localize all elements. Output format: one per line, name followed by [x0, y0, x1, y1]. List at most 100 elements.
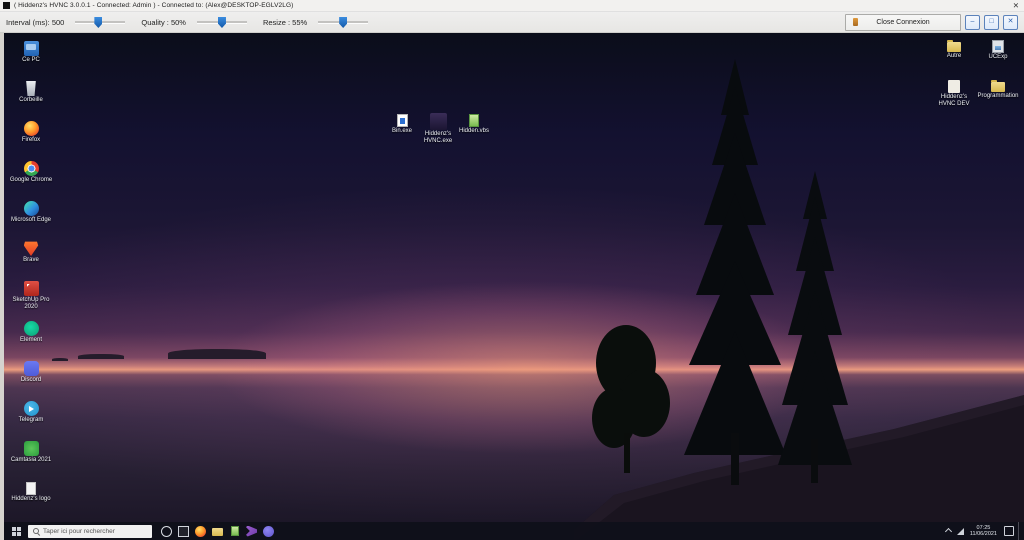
- notification-center-icon[interactable]: [1004, 526, 1014, 536]
- desktop-icon-glyph: [23, 361, 39, 376]
- desktop-icon-glyph: [23, 201, 39, 216]
- desktop-icon[interactable]: Telegram: [8, 401, 54, 441]
- remote-desktop-view[interactable]: Ce PC Corbeille Firefox Google Chrome Mi…: [4, 33, 1024, 540]
- desktop-icon-label: Brave: [23, 257, 39, 263]
- slider-thumb[interactable]: [94, 17, 103, 28]
- desktop-icon-glyph: [948, 80, 960, 93]
- desktop-icons-center: Bin.exe Hiddenz's HVNC.exe Hidden.vbs: [384, 113, 492, 153]
- remote-close-button[interactable]: ✕: [1003, 14, 1018, 30]
- desktop-icon-glyph: [23, 281, 39, 296]
- remote-maximize-button[interactable]: □: [984, 14, 999, 30]
- interval-label: Interval (ms): 500: [6, 17, 65, 27]
- window-title: ( Hiddenz's HVNC 3.0.0.1 - Connected: Ad…: [14, 2, 294, 9]
- taskbar-app-icons: [158, 522, 277, 540]
- desktop-icon-label: Telegram: [18, 417, 44, 423]
- desktop-icon[interactable]: SketchUp Pro 2020: [8, 281, 54, 321]
- desktop-icon[interactable]: UCExp: [976, 39, 1020, 79]
- hidden-icons-chevron-icon[interactable]: [944, 527, 952, 535]
- desktop-icon-label: SketchUp Pro 2020: [12, 297, 50, 310]
- desktop-icon-label: Google Chrome: [9, 177, 53, 183]
- search-icon: [33, 528, 39, 534]
- desktop-icon-label: Microsoft Edge: [10, 217, 52, 223]
- remote-minimize-button[interactable]: –: [965, 14, 980, 30]
- desktop-icon-label: Hidden.vbs: [458, 128, 490, 134]
- resize-label: Resize : 55%: [262, 17, 308, 27]
- desktop-icon[interactable]: Discord: [8, 361, 54, 401]
- desktop-icons-left: Ce PC Corbeille Firefox Google Chrome Mi…: [8, 41, 54, 521]
- desktop-icon[interactable]: Brave: [8, 241, 54, 281]
- desktop-icon[interactable]: Hidden.vbs: [456, 113, 492, 153]
- taskbar-app-icon[interactable]: [243, 522, 260, 540]
- desktop-icon[interactable]: Microsoft Edge: [8, 201, 54, 241]
- hvnc-toolbar: Interval (ms): 500 Quality : 50% Resize …: [0, 12, 1024, 33]
- desktop-icon-glyph: [991, 80, 1005, 92]
- desktop-icon-label: UCExp: [988, 54, 1008, 60]
- close-connexion-button[interactable]: Close Connexion: [845, 13, 961, 31]
- desktop-icon[interactable]: Ce PC: [8, 41, 54, 81]
- quality-label: Quality : 50%: [141, 17, 186, 27]
- quality-slider[interactable]: [196, 16, 247, 28]
- desktop-icon[interactable]: Hiddenz's logo: [8, 481, 54, 521]
- desktop-icon[interactable]: Bin.exe: [384, 113, 420, 153]
- desktop-icon-glyph: [23, 161, 39, 176]
- island-silhouette: [168, 349, 266, 359]
- desktop-icon[interactable]: Hiddenz's HVNC.exe: [420, 113, 456, 153]
- taskbar: Taper ici pour rechercher 07:25 11/06/20…: [4, 522, 1024, 540]
- windows-logo-icon: [12, 531, 16, 536]
- search-placeholder: Taper ici pour rechercher: [43, 527, 115, 535]
- desktop-icon-glyph: [947, 40, 961, 52]
- taskbar-clock[interactable]: 07:25 11/06/2021: [970, 525, 997, 538]
- resize-slider[interactable]: [318, 16, 369, 28]
- taskbar-app-icon[interactable]: [260, 522, 277, 540]
- desktop-icon-glyph: [23, 41, 39, 56]
- taskbar-app-icon[interactable]: [175, 522, 192, 540]
- desktop-icon-label: Corbeille: [19, 97, 43, 103]
- desktop-icon-glyph: [26, 81, 36, 96]
- desktop-icon[interactable]: Programmation: [976, 79, 1020, 119]
- clock-date: 11/06/2021: [969, 531, 997, 537]
- desktop-icon-label: Programmation: [977, 93, 1019, 99]
- taskbar-app-icon[interactable]: [158, 522, 175, 540]
- desktop-icon-glyph: [396, 114, 408, 127]
- start-button[interactable]: [12, 526, 21, 536]
- slider-thumb[interactable]: [217, 17, 226, 28]
- show-desktop-button[interactable]: [1018, 522, 1022, 540]
- network-icon[interactable]: [956, 527, 964, 535]
- taskbar-app-icon[interactable]: [209, 522, 226, 540]
- desktop-icon-label: Hiddenz's HVNC.exe: [423, 131, 453, 144]
- app-icon: [3, 2, 10, 9]
- taskbar-app-icon[interactable]: [226, 522, 243, 540]
- desktop-icon-label: Bin.exe: [391, 128, 412, 134]
- island-silhouette: [78, 354, 124, 359]
- desktop-icon-label: Autre: [946, 53, 962, 59]
- slider-thumb[interactable]: [339, 17, 348, 28]
- desktop-icon[interactable]: Corbeille: [8, 81, 54, 121]
- desktop-icon-glyph: [469, 114, 479, 127]
- close-connexion-label: Close Connexion: [876, 18, 930, 26]
- desktop-icon[interactable]: Hiddenz's HVNC DEV: [932, 79, 976, 119]
- desktop-icon-label: Camtasia 2021: [10, 457, 52, 463]
- desktop-icon-glyph: [23, 321, 39, 336]
- desktop-icon[interactable]: Camtasia 2021: [8, 441, 54, 481]
- desktop-icon-glyph: [429, 113, 447, 130]
- desktop-icon[interactable]: Firefox: [8, 121, 54, 161]
- system-tray: 07:25 11/06/2021: [944, 522, 1022, 540]
- desktop-icon-label: Hiddenz's HVNC DEV: [938, 94, 970, 107]
- desktop-icon-glyph: [23, 401, 39, 416]
- disconnect-icon: [853, 17, 858, 26]
- desktop-icon[interactable]: Autre: [932, 39, 976, 79]
- desktop-icon-glyph: [23, 241, 39, 256]
- desktop-icon-glyph: [23, 441, 39, 456]
- interval-slider[interactable]: [75, 16, 126, 28]
- desktop-icons-right: Autre UCExp Hiddenz's HVNC DEV Programma…: [932, 39, 1020, 119]
- desktop-icon[interactable]: Google Chrome: [8, 161, 54, 201]
- desktop-icon-glyph: [992, 40, 1004, 53]
- desktop-icon[interactable]: Element: [8, 321, 54, 361]
- taskbar-app-icon[interactable]: [192, 522, 209, 540]
- window-close-icon[interactable]: ✕: [1013, 1, 1019, 10]
- desktop-icon-label: Discord: [20, 377, 42, 383]
- taskbar-search-input[interactable]: Taper ici pour rechercher: [28, 524, 152, 538]
- desktop-icon-label: Ce PC: [22, 57, 40, 63]
- windows-logo-icon: [12, 526, 16, 531]
- desktop-icon-label: Hiddenz's logo: [11, 496, 51, 502]
